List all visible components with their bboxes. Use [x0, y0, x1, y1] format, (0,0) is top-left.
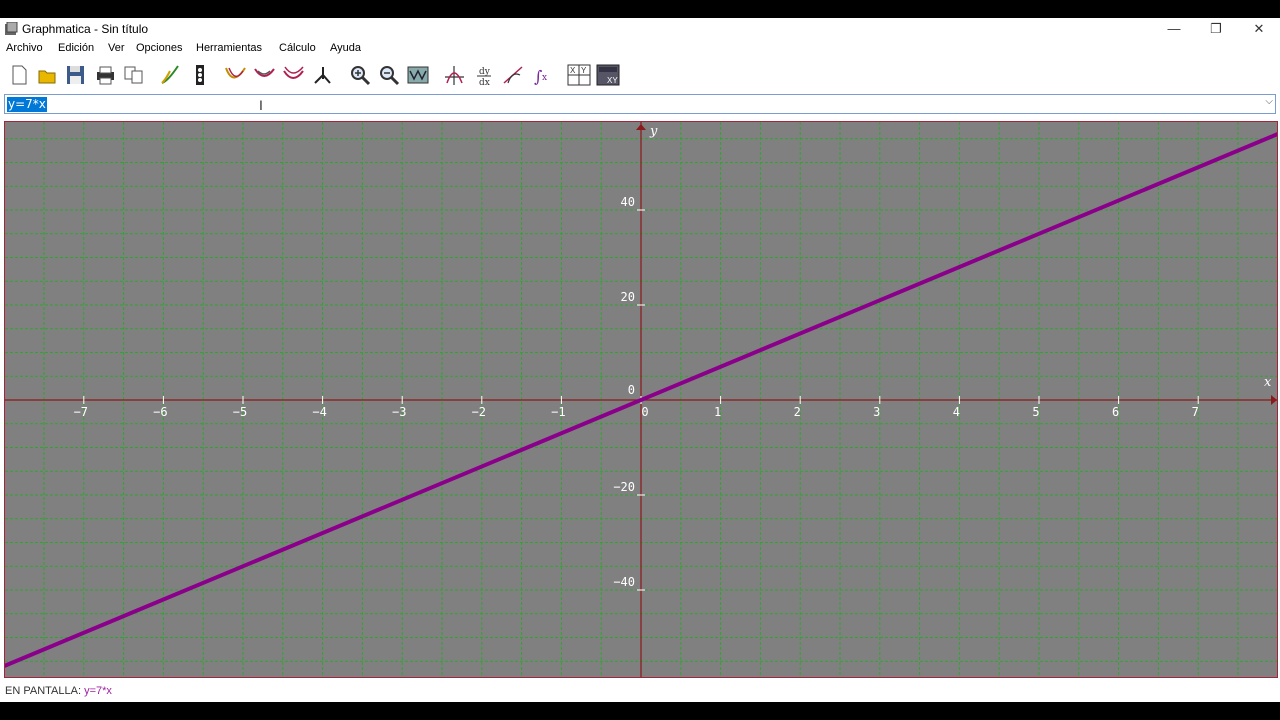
menu-ayuda[interactable]: Ayuda [330, 42, 361, 54]
toolbar: dy dx ∫ x XY XY [0, 60, 1280, 90]
y-axis-arrow-icon [636, 124, 646, 130]
copy-icon[interactable] [121, 63, 147, 87]
maximize-button[interactable]: ❐ [1194, 18, 1238, 40]
x-tick-label: 0 [641, 405, 648, 419]
curve-icon[interactable] [223, 63, 249, 87]
x-tick-label: 3 [873, 405, 880, 419]
svg-text:Y: Y [581, 66, 587, 75]
window-title: Graphmatica - Sin título [22, 22, 149, 36]
new-icon[interactable] [5, 63, 31, 87]
menu-opciones[interactable]: Opciones [136, 42, 182, 54]
open-icon[interactable] [34, 63, 60, 87]
menu-edicion[interactable]: Edición [58, 42, 94, 54]
status-label: EN PANTALLA: [5, 685, 82, 697]
svg-text:XY: XY [607, 76, 618, 85]
status-bar: EN PANTALLA: y=7*x [0, 682, 1280, 702]
save-icon[interactable] [63, 63, 89, 87]
app-icon [4, 21, 18, 36]
menu-herramientas[interactable]: Herramientas [196, 42, 262, 54]
x-tick-label: −5 [233, 405, 247, 419]
svg-text:dx: dx [479, 78, 490, 87]
chevron-down-icon[interactable]: ⌵ [1265, 96, 1273, 107]
print-icon[interactable] [92, 63, 118, 87]
y-tick-label: 20 [621, 290, 635, 304]
menu-ver[interactable]: Ver [108, 42, 125, 54]
y-tick-label: 0 [628, 383, 635, 397]
zoom-out-icon[interactable] [376, 63, 402, 87]
x-tick-label: 5 [1032, 405, 1039, 419]
graph-canvas[interactable]: x y −7 −6 −5 −4 −3 −2 −1 0 1 2 3 4 5 6 7 40 20 0 −20 −40 [5, 122, 1277, 677]
svg-text:x: x [542, 73, 547, 83]
status-equation: y=7*x [84, 685, 112, 697]
x-tick-label: −3 [392, 405, 406, 419]
point-icon[interactable] [310, 63, 336, 87]
equation-input[interactable]: y=7*x I ⌵ [4, 94, 1276, 114]
x-tick-label: −7 [74, 405, 88, 419]
x-tick-label: −4 [312, 405, 326, 419]
minimize-button[interactable]: — [1152, 18, 1196, 40]
y-tick-label: 40 [621, 195, 635, 209]
graph-area[interactable]: x y −7 −6 −5 −4 −3 −2 −1 0 1 2 3 4 5 6 7 40 20 0 −20 −40 [4, 121, 1278, 678]
integral-icon[interactable]: ∫ x [529, 63, 555, 87]
curve-icon-3[interactable] [281, 63, 307, 87]
zoom-in-icon[interactable] [347, 63, 373, 87]
y-tick-label: −20 [613, 480, 635, 494]
slope-icon[interactable] [500, 63, 526, 87]
curve-icon-2[interactable] [252, 63, 278, 87]
svg-text:X: X [570, 66, 576, 75]
x-tick-label: 2 [794, 405, 801, 419]
x-tick-label: 6 [1112, 405, 1119, 419]
x-tick-label: 4 [953, 405, 960, 419]
equation-input-value[interactable]: y=7*x [7, 97, 47, 112]
menu-bar: Archivo Edición Ver Opciones Herramienta… [0, 40, 1280, 58]
derivative-icon[interactable]: dy dx [471, 63, 497, 88]
x-tick-label: −2 [472, 405, 486, 419]
application-window: Graphmatica - Sin título — ❐ ✕ Archivo E… [0, 18, 1280, 702]
x-axis-arrow-icon [1271, 395, 1277, 405]
x-tick-label: 1 [714, 405, 721, 419]
menu-calculo[interactable]: Cálculo [279, 42, 316, 54]
table-icon[interactable]: XY [566, 63, 592, 87]
y-tick-label: −40 [613, 575, 635, 589]
x-axis-label: x [1264, 375, 1272, 390]
menu-archivo[interactable]: Archivo [6, 42, 43, 54]
text-cursor-icon: I [259, 97, 263, 113]
zoom-fit-icon[interactable] [405, 63, 431, 87]
tangent-icon[interactable] [442, 63, 468, 87]
grid-table-icon[interactable]: XY [595, 63, 621, 87]
graph-icon[interactable] [158, 63, 184, 87]
close-button[interactable]: ✕ [1237, 18, 1280, 40]
x-tick-label: −6 [153, 405, 167, 419]
x-tick-label: −1 [551, 405, 565, 419]
y-axis-label: y [649, 124, 658, 139]
x-tick-label: 7 [1192, 405, 1199, 419]
delete-icon[interactable] [187, 63, 213, 87]
title-bar: Graphmatica - Sin título — ❐ ✕ [0, 18, 1280, 40]
